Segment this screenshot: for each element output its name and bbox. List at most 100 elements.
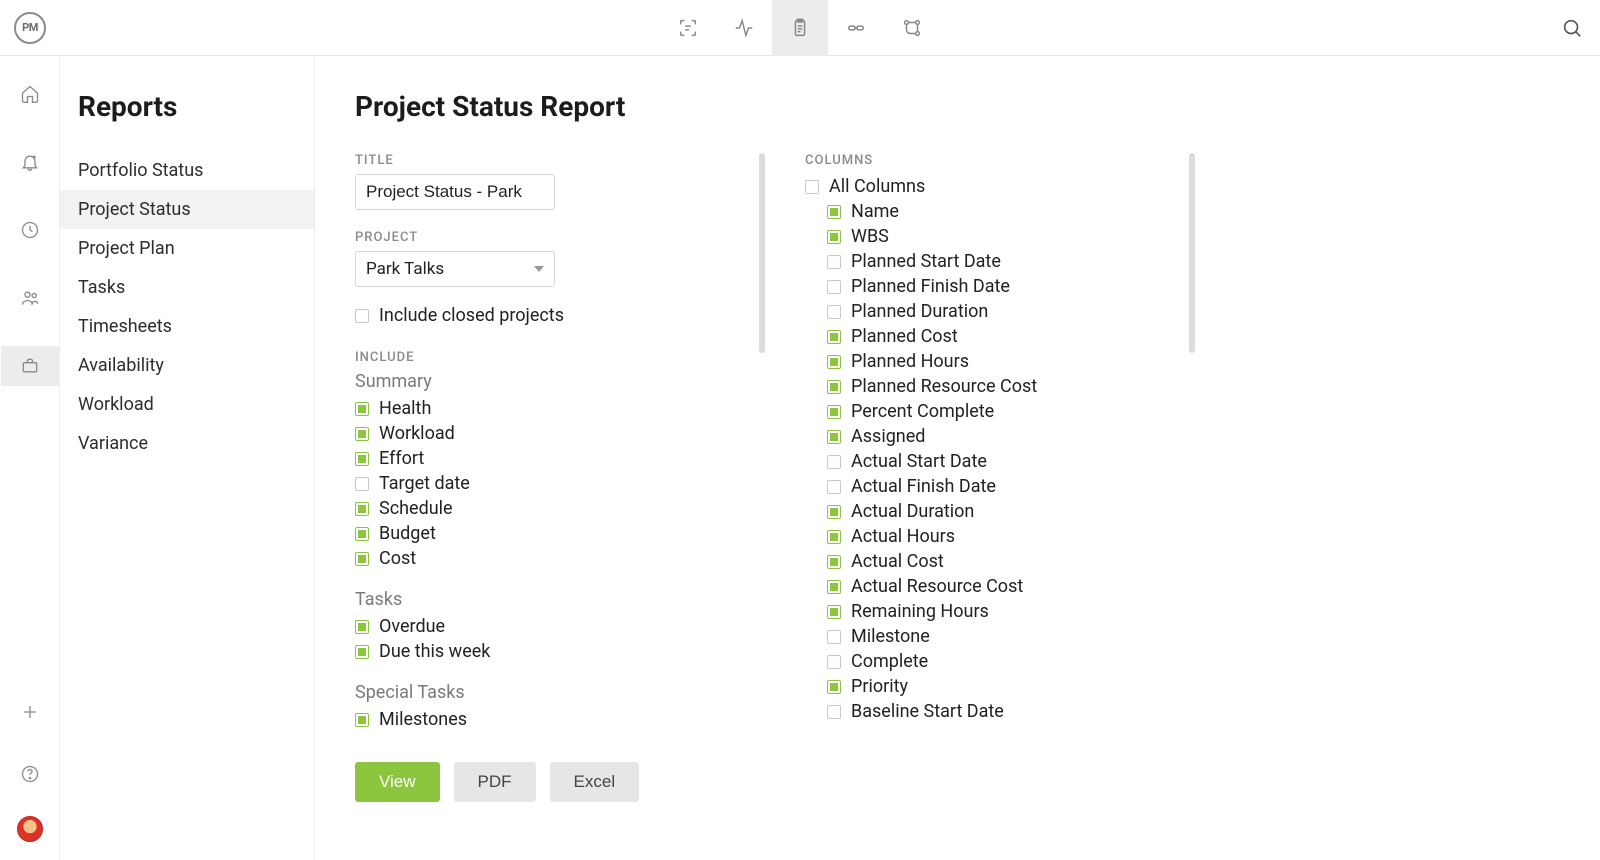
checkbox-priority[interactable]: Priority: [805, 674, 1165, 699]
checkbox-label: Actual Resource Cost: [851, 576, 1023, 597]
sidebar-item-tasks[interactable]: Tasks: [60, 268, 314, 307]
sidebar-item-availability[interactable]: Availability: [60, 346, 314, 385]
checkbox-actual-duration[interactable]: Actual Duration: [805, 499, 1165, 524]
checkbox-icon: [827, 455, 841, 469]
checkbox-actual-resource-cost[interactable]: Actual Resource Cost: [805, 574, 1165, 599]
bell-icon[interactable]: [1, 142, 59, 182]
chevron-down-icon: [534, 266, 544, 272]
checkbox-due-this-week[interactable]: Due this week: [355, 639, 735, 664]
title-label: TITLE: [355, 153, 735, 168]
pm-logo-icon: PM: [14, 12, 46, 44]
clock-icon[interactable]: [1, 210, 59, 250]
checkbox-planned-start-date[interactable]: Planned Start Date: [805, 249, 1165, 274]
columns-label: COLUMNS: [805, 153, 1165, 168]
home-icon[interactable]: [1, 74, 59, 114]
checkbox-budget[interactable]: Budget: [355, 521, 735, 546]
checkbox-label: Milestones: [379, 709, 467, 730]
checkbox-icon: [355, 502, 369, 516]
checkbox-icon: [827, 380, 841, 394]
checkbox-actual-start-date[interactable]: Actual Start Date: [805, 449, 1165, 474]
checkbox-effort[interactable]: Effort: [355, 446, 735, 471]
tasks-group-head: Tasks: [355, 589, 735, 610]
checkbox-actual-finish-date[interactable]: Actual Finish Date: [805, 474, 1165, 499]
checkbox-wbs[interactable]: WBS: [805, 224, 1165, 249]
checkbox-icon: [827, 355, 841, 369]
sidebar-item-workload[interactable]: Workload: [60, 385, 314, 424]
checkbox-planned-finish-date[interactable]: Planned Finish Date: [805, 274, 1165, 299]
title-input[interactable]: [355, 174, 555, 210]
checkbox-assigned[interactable]: Assigned: [805, 424, 1165, 449]
checkbox-actual-hours[interactable]: Actual Hours: [805, 524, 1165, 549]
checkbox-label: Priority: [851, 676, 908, 697]
sidebar-item-timesheets[interactable]: Timesheets: [60, 307, 314, 346]
checkbox-cost[interactable]: Cost: [355, 546, 735, 571]
checkbox-icon: [355, 452, 369, 466]
sidebar-item-variance[interactable]: Variance: [60, 424, 314, 463]
flow-icon[interactable]: [884, 0, 940, 56]
checkbox-overdue[interactable]: Overdue: [355, 614, 735, 639]
search-icon[interactable]: [1544, 0, 1600, 56]
checkbox-icon: [827, 630, 841, 644]
nav-rail: [0, 56, 60, 860]
project-select[interactable]: Park Talks: [355, 251, 555, 287]
sidebar-item-project-status[interactable]: Project Status: [60, 190, 314, 229]
checkbox-label: Planned Start Date: [851, 251, 1001, 272]
help-icon[interactable]: [1, 754, 59, 794]
app-logo[interactable]: PM: [0, 12, 60, 44]
checkbox-baseline-start-date[interactable]: Baseline Start Date: [805, 699, 1165, 724]
summary-group-head: Summary: [355, 371, 735, 392]
include-closed-checkbox[interactable]: Include closed projects: [355, 303, 735, 328]
sidebar-item-project-plan[interactable]: Project Plan: [60, 229, 314, 268]
checkbox-planned-resource-cost[interactable]: Planned Resource Cost: [805, 374, 1165, 399]
checkbox-label: Effort: [379, 448, 424, 469]
activity-icon[interactable]: [716, 0, 772, 56]
checkbox-remaining-hours[interactable]: Remaining Hours: [805, 599, 1165, 624]
checkbox-icon: [827, 230, 841, 244]
checkbox-milestone[interactable]: Milestone: [805, 624, 1165, 649]
checkbox-milestones[interactable]: Milestones: [355, 707, 735, 732]
topbar: PM: [0, 0, 1600, 56]
link-icon[interactable]: [828, 0, 884, 56]
include-closed-label: Include closed projects: [379, 305, 564, 326]
checkbox-planned-cost[interactable]: Planned Cost: [805, 324, 1165, 349]
people-icon[interactable]: [1, 278, 59, 318]
plus-icon[interactable]: [1, 692, 59, 732]
checkbox-target-date[interactable]: Target date: [355, 471, 735, 496]
checkbox-label: Cost: [379, 548, 416, 569]
checkbox-complete[interactable]: Complete: [805, 649, 1165, 674]
checkbox-label: Planned Hours: [851, 351, 969, 372]
checkbox-planned-duration[interactable]: Planned Duration: [805, 299, 1165, 324]
checkbox-label: Milestone: [851, 626, 930, 647]
all-columns-checkbox[interactable]: All Columns: [805, 174, 1165, 199]
checkbox-icon: [827, 280, 841, 294]
checkbox-health[interactable]: Health: [355, 396, 735, 421]
checkbox-icon: [355, 427, 369, 441]
clipboard-icon[interactable]: [772, 0, 828, 56]
left-scrollbar[interactable]: [759, 153, 765, 733]
checkbox-workload[interactable]: Workload: [355, 421, 735, 446]
all-columns-label: All Columns: [829, 176, 925, 197]
checkbox-label: Actual Start Date: [851, 451, 987, 472]
checkbox-icon: [805, 180, 819, 194]
checkbox-schedule[interactable]: Schedule: [355, 496, 735, 521]
checkbox-icon: [827, 530, 841, 544]
checkbox-name[interactable]: Name: [805, 199, 1165, 224]
user-avatar[interactable]: [17, 816, 43, 842]
pdf-button[interactable]: PDF: [454, 762, 536, 802]
checkbox-label: Overdue: [379, 616, 445, 637]
checkbox-label: Budget: [379, 523, 436, 544]
include-label: INCLUDE: [355, 350, 735, 365]
excel-button[interactable]: Excel: [550, 762, 640, 802]
checkbox-icon: [355, 309, 369, 323]
checkbox-actual-cost[interactable]: Actual Cost: [805, 549, 1165, 574]
sidebar-item-portfolio-status[interactable]: Portfolio Status: [60, 151, 314, 190]
checkbox-planned-hours[interactable]: Planned Hours: [805, 349, 1165, 374]
checkbox-percent-complete[interactable]: Percent Complete: [805, 399, 1165, 424]
checkbox-icon: [827, 505, 841, 519]
right-scrollbar[interactable]: [1189, 153, 1195, 733]
briefcase-icon[interactable]: [1, 346, 59, 386]
top-toolbar: [660, 0, 940, 56]
page-heading: Project Status Report: [355, 90, 1560, 123]
scan-icon[interactable]: [660, 0, 716, 56]
view-button[interactable]: View: [355, 762, 440, 802]
